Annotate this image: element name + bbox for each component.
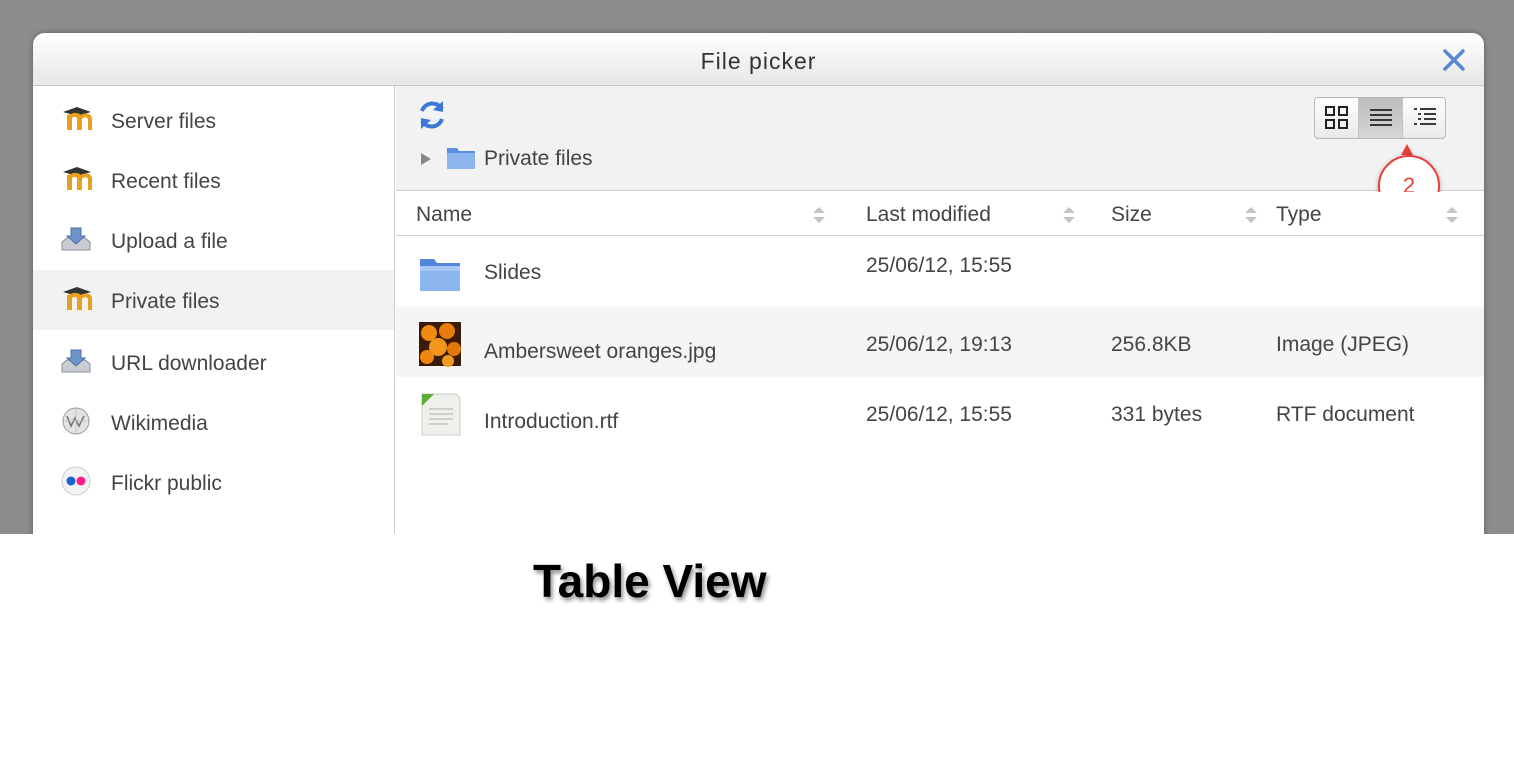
sort-icon (1063, 207, 1075, 223)
wikimedia-icon (62, 407, 90, 435)
table-view-button[interactable] (1359, 98, 1403, 138)
document-icon (421, 393, 461, 436)
sidebar-item-private-files[interactable]: Private files (33, 270, 394, 330)
breadcrumb[interactable]: Private files (484, 147, 593, 171)
tree-list-icon (1414, 108, 1436, 125)
callout-pointer (1401, 144, 1413, 155)
sort-icon (1446, 207, 1458, 223)
grid-icon (1325, 106, 1348, 129)
table-row[interactable]: Introduction.rtf 25/06/12, 15:55 331 byt… (396, 377, 1484, 447)
refresh-icon[interactable] (416, 97, 448, 133)
file-picker-dialog: File picker Server files Recent files Up… (33, 33, 1484, 534)
column-header-name[interactable]: Name (416, 192, 836, 236)
sidebar-item-recent-files[interactable]: Recent files (33, 150, 394, 210)
table-header: Name Last modified Size Type (396, 192, 1484, 236)
file-type: RTF document (1276, 403, 1415, 426)
file-size: 331 bytes (1111, 403, 1203, 426)
sidebar-item-label: Upload a file (111, 230, 228, 253)
folder-icon (420, 259, 460, 291)
icon-view-button[interactable] (1315, 98, 1359, 138)
view-mode-switcher (1314, 97, 1446, 139)
column-header-last-modified[interactable]: Last modified (866, 192, 1086, 236)
sidebar-item-upload-a-file[interactable]: Upload a file (33, 210, 394, 270)
sidebar-item-label: Flickr public (111, 472, 222, 495)
folder-icon (447, 148, 475, 169)
expand-arrow-icon[interactable] (420, 152, 432, 166)
file-size: 256.8KB (1111, 333, 1192, 356)
table-row[interactable]: Slides 25/06/12, 15:55 (396, 237, 1484, 307)
file-name: Introduction.rtf (484, 410, 619, 433)
caption-heading: Table View (533, 555, 767, 607)
repository-sidebar: Server files Recent files Upload a file (33, 86, 395, 534)
moodle-icon (63, 167, 92, 190)
sidebar-item-label: Recent files (111, 170, 221, 193)
sidebar-item-url-downloader[interactable]: URL downloader (33, 332, 394, 392)
sidebar-item-flickr-public[interactable]: Flickr public (33, 452, 394, 512)
sidebar-item-label: URL downloader (111, 352, 267, 375)
column-header-size[interactable]: Size (1111, 192, 1271, 236)
list-icon (1370, 109, 1392, 126)
sidebar-item-wikimedia[interactable]: Wikimedia (33, 392, 394, 452)
table-row[interactable]: Ambersweet oranges.jpg 25/06/12, 19:13 2… (396, 307, 1484, 377)
sidebar-item-label: Private files (111, 290, 220, 313)
file-modified: 25/06/12, 19:13 (866, 333, 1012, 356)
dialog-titlebar: File picker (33, 33, 1484, 86)
file-toolbar: Private files 2 (396, 86, 1484, 217)
sort-icon (813, 207, 825, 223)
file-type: Image (JPEG) (1276, 333, 1410, 356)
tree-view-button[interactable] (1403, 98, 1445, 138)
flickr-icon (61, 466, 91, 496)
moodle-icon (63, 287, 92, 310)
sidebar-item-label: Server files (111, 110, 217, 133)
file-browser-panel: Private files 2 Name Last modified Size … (396, 86, 1484, 534)
sidebar-item-server-files[interactable]: Server files (33, 90, 394, 150)
moodle-icon (63, 107, 92, 130)
file-name: Slides (484, 261, 542, 284)
file-name: Ambersweet oranges.jpg (484, 340, 717, 363)
column-header-type[interactable]: Type (1276, 192, 1476, 236)
sidebar-item-label: Wikimedia (111, 412, 208, 435)
sort-icon (1245, 207, 1257, 223)
upload-icon (61, 227, 91, 251)
url-download-icon (61, 349, 91, 373)
dialog-title: File picker (700, 48, 817, 74)
file-modified: 25/06/12, 15:55 (866, 254, 1012, 277)
modal-backdrop: File picker Server files Recent files Up… (0, 0, 1514, 534)
file-modified: 25/06/12, 15:55 (866, 403, 1012, 426)
image-thumbnail (419, 322, 461, 367)
close-icon[interactable] (1440, 46, 1468, 74)
